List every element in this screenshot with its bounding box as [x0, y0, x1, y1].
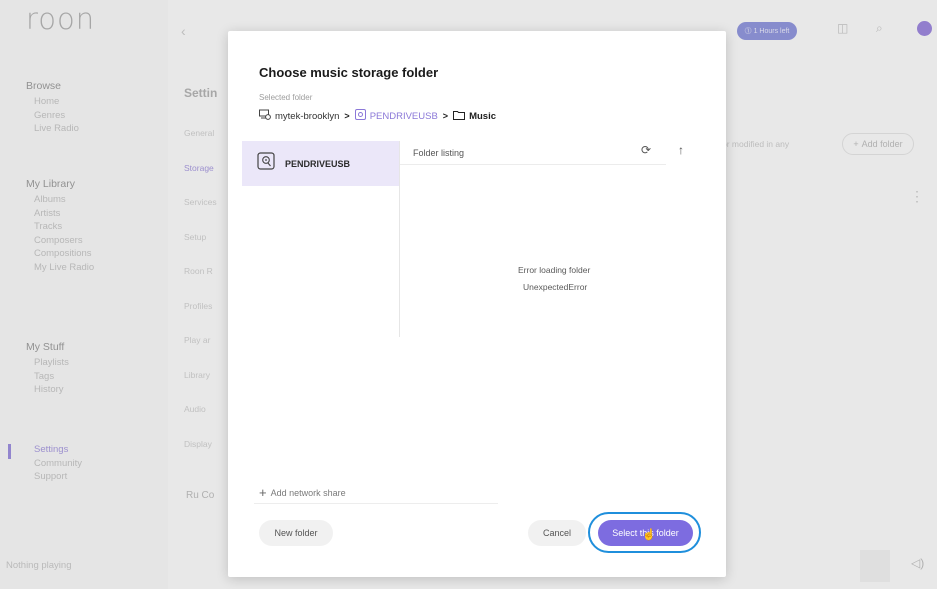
new-folder-button[interactable]: New folder	[259, 520, 333, 546]
folder-icon	[453, 110, 466, 123]
up-arrow-icon[interactable]: ↑	[678, 143, 684, 157]
computer-icon	[259, 109, 271, 123]
breadcrumb-folder[interactable]: Music	[469, 111, 496, 122]
cancel-button[interactable]: Cancel	[528, 520, 586, 546]
listing-divider	[400, 164, 666, 165]
add-network-share-button[interactable]: + Add network share	[259, 485, 346, 500]
dialog-title: Choose music storage folder	[259, 65, 439, 80]
drive-item-pendriveusb[interactable]: PENDRIVEUSB	[242, 141, 400, 186]
selected-folder-label: Selected folder	[259, 93, 313, 102]
choose-folder-dialog: Choose music storage folder Selected fol…	[228, 31, 726, 577]
drive-label: PENDRIVEUSB	[285, 158, 351, 169]
folder-listing-header: Folder listing	[413, 148, 465, 158]
error-detail: UnexpectedError	[523, 282, 588, 292]
breadcrumb-separator: >	[442, 111, 449, 121]
drive-list: PENDRIVEUSB	[242, 141, 400, 337]
pointer-cursor-icon: ☝	[642, 529, 656, 541]
drive-icon	[354, 109, 366, 123]
hard-drive-icon	[257, 152, 275, 175]
pane-divider	[399, 141, 400, 337]
breadcrumb: mytek-brooklyn > PENDRIVEUSB > Music	[259, 109, 496, 123]
plus-icon: +	[259, 485, 267, 500]
breadcrumb-separator: >	[344, 111, 350, 121]
refresh-icon[interactable]: ⟳	[641, 143, 651, 157]
error-title: Error loading folder	[518, 265, 591, 275]
breadcrumb-drive[interactable]: PENDRIVEUSB	[370, 111, 438, 122]
add-network-share-label: Add network share	[270, 487, 346, 498]
breadcrumb-computer[interactable]: mytek-brooklyn	[275, 111, 339, 122]
network-share-divider	[254, 503, 498, 504]
